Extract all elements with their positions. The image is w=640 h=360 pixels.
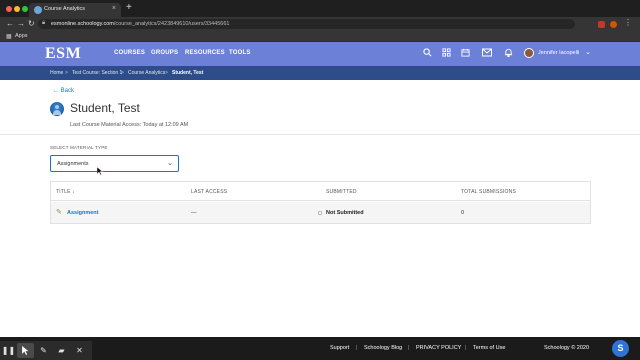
breadcrumb-course[interactable]: Test Course: Section 1 <box>72 70 122 76</box>
browser-tab[interactable]: Course Analytics × <box>29 3 121 17</box>
column-total-submissions: TOTAL SUBMISSIONS <box>461 189 516 195</box>
back-link[interactable]: ← Back <box>53 88 74 94</box>
selected-value: Assignments <box>57 161 89 167</box>
forward-arrow-icon[interactable]: → <box>17 19 25 29</box>
new-tab-button[interactable]: + <box>126 3 132 13</box>
extension-icon[interactable] <box>598 21 605 28</box>
material-type-select[interactable]: Assignments ⌄ <box>50 155 179 172</box>
nav-groups[interactable]: GROUPS <box>151 50 178 56</box>
grid-apps-icon[interactable] <box>441 48 451 58</box>
address-bar[interactable]: 🔒︎ esmonline.schoology.com/course_analyt… <box>38 19 575 29</box>
footer-blog-link[interactable]: Schoology Blog <box>364 345 402 351</box>
footer-separator: | <box>465 345 467 351</box>
footer-separator: | <box>356 345 358 351</box>
user-avatar[interactable] <box>524 48 534 58</box>
pause-icon[interactable]: ❚❚ <box>0 343 17 358</box>
footer-privacy-link[interactable]: PRIVACY POLICY <box>416 345 461 351</box>
footer-separator: | <box>408 345 410 351</box>
lock-icon: 🔒︎ <box>42 20 46 26</box>
breadcrumb: Home > Test Course: Section 1 > Course A… <box>0 66 640 80</box>
page-footer: Support | Schoology Blog | PRIVACY POLIC… <box>0 337 640 360</box>
browser-toolbar: ← → ↻ 🔒︎ esmonline.schoology.com/course_… <box>0 17 640 31</box>
bookmark-apps[interactable]: Apps <box>15 33 28 39</box>
maximize-window-icon[interactable] <box>22 6 28 12</box>
breadcrumb-analytics[interactable]: Course Analytics <box>128 70 165 76</box>
breadcrumb-separator: > <box>165 69 168 76</box>
back-arrow-icon[interactable]: ← <box>6 19 14 29</box>
close-icon[interactable]: ✕ <box>71 343 88 358</box>
browser-tab-bar: Course Analytics × + <box>0 0 640 17</box>
close-window-icon[interactable] <box>6 6 12 12</box>
materials-table: TITLE ↓ LAST ACCESS SUBMITTED TOTAL SUBM… <box>50 181 591 224</box>
breadcrumb-current: Student, Test <box>172 70 204 76</box>
drawing-toolbar: ❚❚ ✎ ▰ ✕ <box>0 341 92 360</box>
column-submitted: SUBMITTED <box>326 189 357 195</box>
column-title[interactable]: TITLE ↓ <box>56 189 75 195</box>
search-icon[interactable] <box>422 48 432 58</box>
breadcrumb-home[interactable]: Home <box>50 70 63 76</box>
tab-favicon-icon <box>34 6 42 14</box>
user-name[interactable]: Jennifer Iacopelli <box>538 50 579 56</box>
help-button[interactable]: S <box>612 340 629 357</box>
bookmarks-bar: ▦ Apps <box>0 31 640 42</box>
chevron-down-icon[interactable]: ⌄ <box>585 48 591 56</box>
browser-menu-icon[interactable]: ⋮ <box>624 18 632 28</box>
app-header: ESM COURSES GROUPS RESOURCES TOOLS Jenni… <box>0 42 640 66</box>
column-last-access: LAST ACCESS <box>191 189 228 195</box>
mouse-cursor-icon <box>96 166 104 177</box>
arrow-left-icon: ← <box>53 88 59 94</box>
assignment-pencil-icon: ✎ <box>56 209 62 216</box>
divider <box>0 134 640 135</box>
submission-status-icon <box>318 211 322 215</box>
student-avatar <box>50 102 64 116</box>
nav-tools[interactable]: TOOLS <box>229 50 251 56</box>
apps-grid-icon[interactable]: ▦ <box>6 33 12 40</box>
breadcrumb-separator: > <box>121 69 124 76</box>
notification-bell-icon[interactable] <box>503 48 513 58</box>
footer-terms-link[interactable]: Terms of Use <box>473 345 505 351</box>
pointer-tool-icon[interactable] <box>17 343 34 358</box>
nav-resources[interactable]: RESOURCES <box>185 50 225 56</box>
page-title: Student, Test <box>70 101 140 115</box>
table-header: TITLE ↓ LAST ACCESS SUBMITTED TOTAL SUBM… <box>51 182 590 201</box>
table-row: ✎ Assignment — Not Submitted 0 <box>51 202 590 223</box>
calendar-icon[interactable] <box>460 48 470 58</box>
pen-tool-icon[interactable]: ✎ <box>35 343 52 358</box>
total-submissions-value: 0 <box>461 210 465 216</box>
breadcrumb-separator: > <box>65 69 68 76</box>
last-access-text: Last Course Material Access: Today at 12… <box>70 122 189 128</box>
minimize-window-icon[interactable] <box>14 6 20 12</box>
tab-close-icon[interactable]: × <box>112 5 116 13</box>
esm-logo[interactable]: ESM <box>45 45 81 63</box>
footer-support-link[interactable]: Support <box>330 345 349 351</box>
chevron-down-icon: ⌄ <box>167 160 173 167</box>
back-label: Back <box>60 88 75 94</box>
material-type-label: SELECT MATERIAL TYPE <box>50 145 108 150</box>
reload-icon[interactable]: ↻ <box>28 19 35 29</box>
profile-icon[interactable] <box>610 21 617 28</box>
mail-icon[interactable] <box>482 48 492 58</box>
last-access-value: — <box>191 210 197 216</box>
footer-copyright: Schoology © 2020 <box>544 345 590 351</box>
highlighter-tool-icon[interactable]: ▰ <box>53 343 70 358</box>
submitted-status: Not Submitted <box>326 210 364 216</box>
tab-title: Course Analytics <box>44 6 85 12</box>
nav-courses[interactable]: COURSES <box>114 50 145 56</box>
url-text: esmonline.schoology.com/course_analytics… <box>51 20 230 27</box>
assignment-link[interactable]: Assignment <box>67 210 98 216</box>
